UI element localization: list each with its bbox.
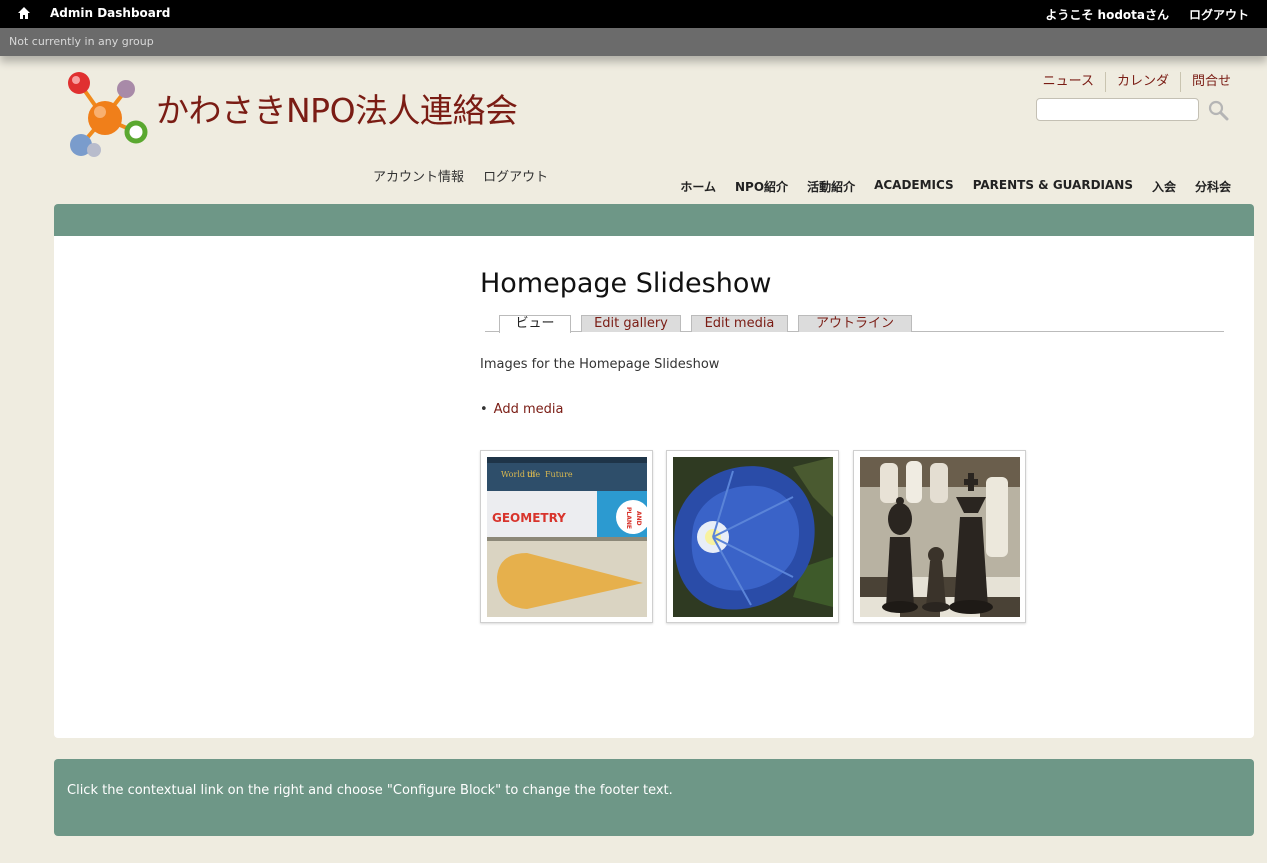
chess-image xyxy=(860,457,1020,617)
admin-dashboard-link[interactable]: Admin Dashboard xyxy=(50,6,170,20)
main-menu-npo-intro[interactable]: NPO紹介 xyxy=(735,178,788,195)
site-name[interactable]: かわさきNPO法人連絡会 xyxy=(156,84,518,132)
book-spine-and: AND xyxy=(635,511,642,526)
secondary-menu-news[interactable]: ニュース xyxy=(1032,72,1105,92)
search-icon[interactable] xyxy=(1207,99,1229,121)
welcome-user[interactable]: ようこそ hodotaさん xyxy=(1045,6,1169,23)
footer: Click the contextual link on the right a… xyxy=(54,759,1254,836)
group-bar: Not currently in any group xyxy=(0,28,1267,56)
thumbnail-chess[interactable] xyxy=(853,450,1026,623)
flower-image xyxy=(673,457,833,617)
admin-logout-link[interactable]: ログアウト xyxy=(1189,6,1249,23)
footer-text: Click the contextual link on the right a… xyxy=(67,783,673,798)
thumbnail-flower[interactable] xyxy=(666,450,839,623)
thumbnail-books[interactable]: World of the Future GEOMETRY PLANE AND xyxy=(480,450,653,623)
tab-outline[interactable]: アウトライン xyxy=(798,315,912,332)
main-menu-parents[interactable]: PARENTS & GUARDIANS xyxy=(973,178,1133,195)
user-logout-link[interactable]: ログアウト xyxy=(483,170,548,185)
main-menu: ホーム NPO紹介 活動紹介 ACADEMICS PARENTS & GUARD… xyxy=(661,178,1231,195)
list-bullet: • xyxy=(480,402,488,417)
tab-edit-gallery[interactable]: Edit gallery xyxy=(581,315,681,332)
user-links: アカウント情報 ログアウト xyxy=(373,166,563,185)
site-logo[interactable] xyxy=(64,70,154,160)
add-media-item: • Add media xyxy=(480,402,563,417)
secondary-menu-calendar[interactable]: カレンダ xyxy=(1104,72,1180,92)
group-status: Not currently in any group xyxy=(9,35,154,48)
page-title: Homepage Slideshow xyxy=(480,268,772,299)
admin-toolbar: Admin Dashboard ようこそ hodotaさん ログアウト xyxy=(0,0,1267,28)
home-icon[interactable] xyxy=(17,6,31,20)
content-panel xyxy=(54,236,1254,738)
gallery-description: Images for the Homepage Slideshow xyxy=(480,357,720,372)
secondary-menu-contact[interactable]: 問合せ xyxy=(1179,72,1231,92)
search-input[interactable] xyxy=(1036,98,1199,121)
main-menu-join[interactable]: 入会 xyxy=(1152,178,1176,195)
book-title-geometry: GEOMETRY xyxy=(492,511,566,525)
add-media-link[interactable]: Add media xyxy=(494,402,564,417)
main-menu-subcommittee[interactable]: 分科会 xyxy=(1195,178,1231,195)
tab-bar: ビュー Edit gallery Edit media アウトライン xyxy=(485,314,1224,333)
tab-edit-media[interactable]: Edit media xyxy=(691,315,788,332)
main-menu-activities[interactable]: 活動紹介 xyxy=(807,178,855,195)
tab-view[interactable]: ビュー xyxy=(499,315,571,333)
book-spine-text-3: Future xyxy=(545,470,573,479)
content-header-band xyxy=(54,204,1254,237)
secondary-menu: ニュース カレンダ 問合せ xyxy=(1032,72,1231,92)
account-info-link[interactable]: アカウント情報 xyxy=(373,170,464,185)
books-image: World of the Future GEOMETRY PLANE AND xyxy=(487,457,647,617)
book-spine-plane: PLANE xyxy=(625,507,632,529)
main-menu-home[interactable]: ホーム xyxy=(680,178,716,195)
book-spine-text-2: the xyxy=(527,470,540,479)
main-menu-academics[interactable]: ACADEMICS xyxy=(874,178,954,195)
